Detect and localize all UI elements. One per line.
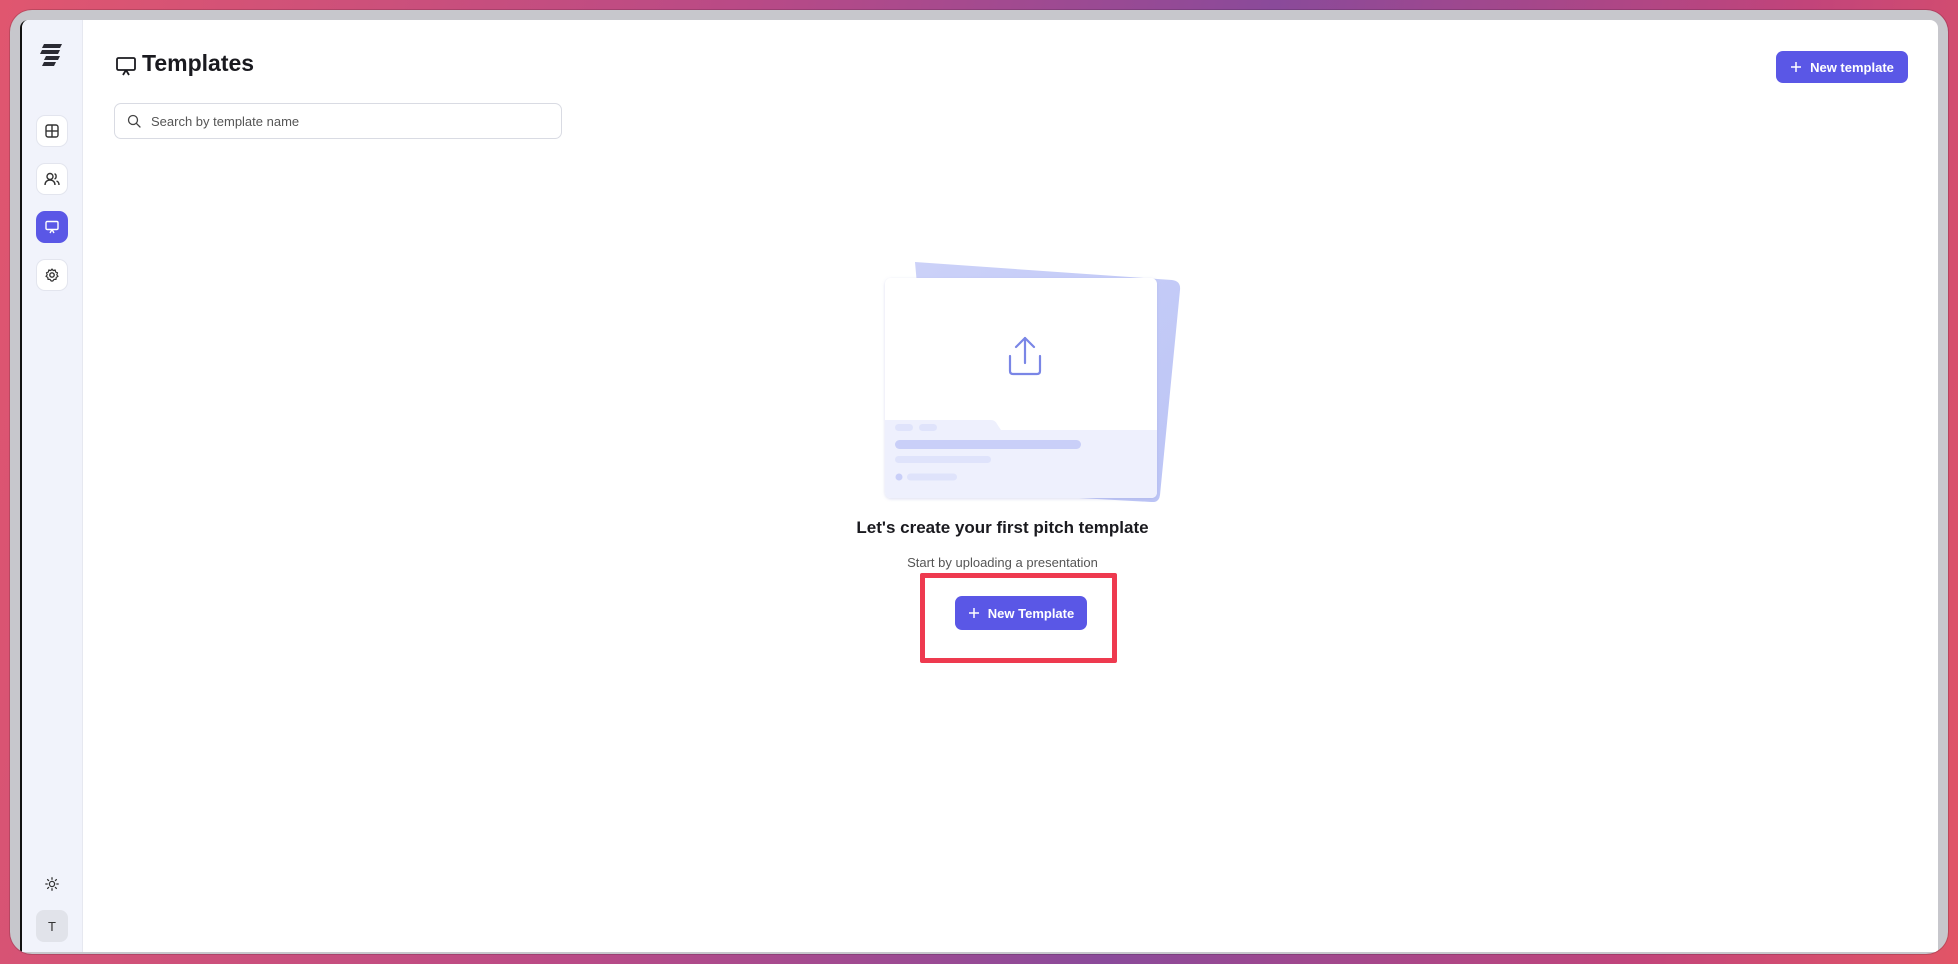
presentation-icon (45, 220, 59, 234)
avatar[interactable]: T (36, 910, 68, 942)
new-template-cta-label: New Template (987, 605, 1075, 621)
presentation-icon (116, 57, 136, 76)
new-template-button[interactable]: New template (1776, 51, 1908, 83)
app-logo-icon[interactable] (38, 40, 66, 68)
search-icon (127, 114, 141, 128)
app-container: T Templates New template Search by templ… (20, 20, 1938, 952)
grid-icon (45, 124, 59, 138)
new-template-cta-button[interactable]: New Template (955, 596, 1087, 630)
upload-illustration (885, 262, 1181, 502)
sun-icon (45, 877, 59, 891)
sidebar: T (22, 20, 83, 952)
sidebar-item-settings[interactable] (36, 259, 68, 291)
empty-state-title: Let's create your first pitch template (856, 518, 1149, 537)
sidebar-item-templates[interactable] (36, 211, 68, 243)
search-box[interactable] (114, 103, 562, 139)
new-template-button-label: New template (1810, 59, 1894, 75)
empty-state-subtitle: Start by uploading a presentation (907, 555, 1098, 570)
search-input[interactable] (151, 113, 561, 129)
page-title: Templates (142, 50, 255, 76)
window-frame: T Templates New template Search by templ… (10, 10, 1948, 954)
plus-icon (968, 608, 979, 618)
theme-toggle[interactable] (40, 872, 64, 896)
users-icon (44, 172, 60, 186)
sidebar-item-contacts[interactable] (36, 163, 68, 195)
plus-icon (1791, 62, 1802, 72)
sidebar-item-dashboard[interactable] (36, 115, 68, 147)
gear-icon (45, 268, 59, 282)
